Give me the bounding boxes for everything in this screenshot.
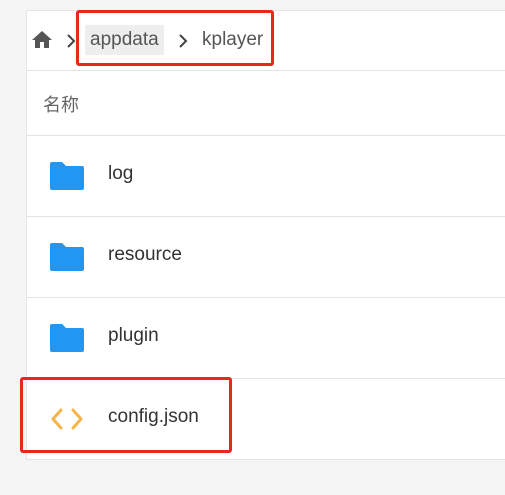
folder-icon: [50, 243, 84, 271]
column-header-name[interactable]: 名称: [43, 91, 79, 117]
table-row[interactable]: log: [27, 136, 505, 217]
file-name: log: [108, 163, 134, 184]
file-name: plugin: [108, 325, 159, 346]
top-margin: [0, 0, 505, 10]
code-file-icon: [51, 408, 83, 430]
file-name: resource: [108, 244, 182, 265]
home-icon[interactable]: [30, 28, 54, 52]
breadcrumb: appdata kplayer: [27, 11, 505, 71]
table-row[interactable]: plugin: [27, 298, 505, 379]
chevron-right-icon: [179, 34, 188, 48]
folder-icon: [50, 162, 84, 190]
file-name: config.json: [108, 406, 199, 427]
breadcrumb-item-appdata[interactable]: appdata: [85, 25, 164, 55]
table-row[interactable]: resource: [27, 217, 505, 298]
chevron-right-icon: [67, 34, 76, 48]
table-row[interactable]: config.json: [27, 379, 505, 460]
file-browser-panel: appdata kplayer 名称 log resource plugin c…: [26, 10, 505, 460]
table-header: 名称: [27, 71, 505, 136]
breadcrumb-item-kplayer[interactable]: kplayer: [197, 25, 268, 55]
folder-icon: [50, 324, 84, 352]
